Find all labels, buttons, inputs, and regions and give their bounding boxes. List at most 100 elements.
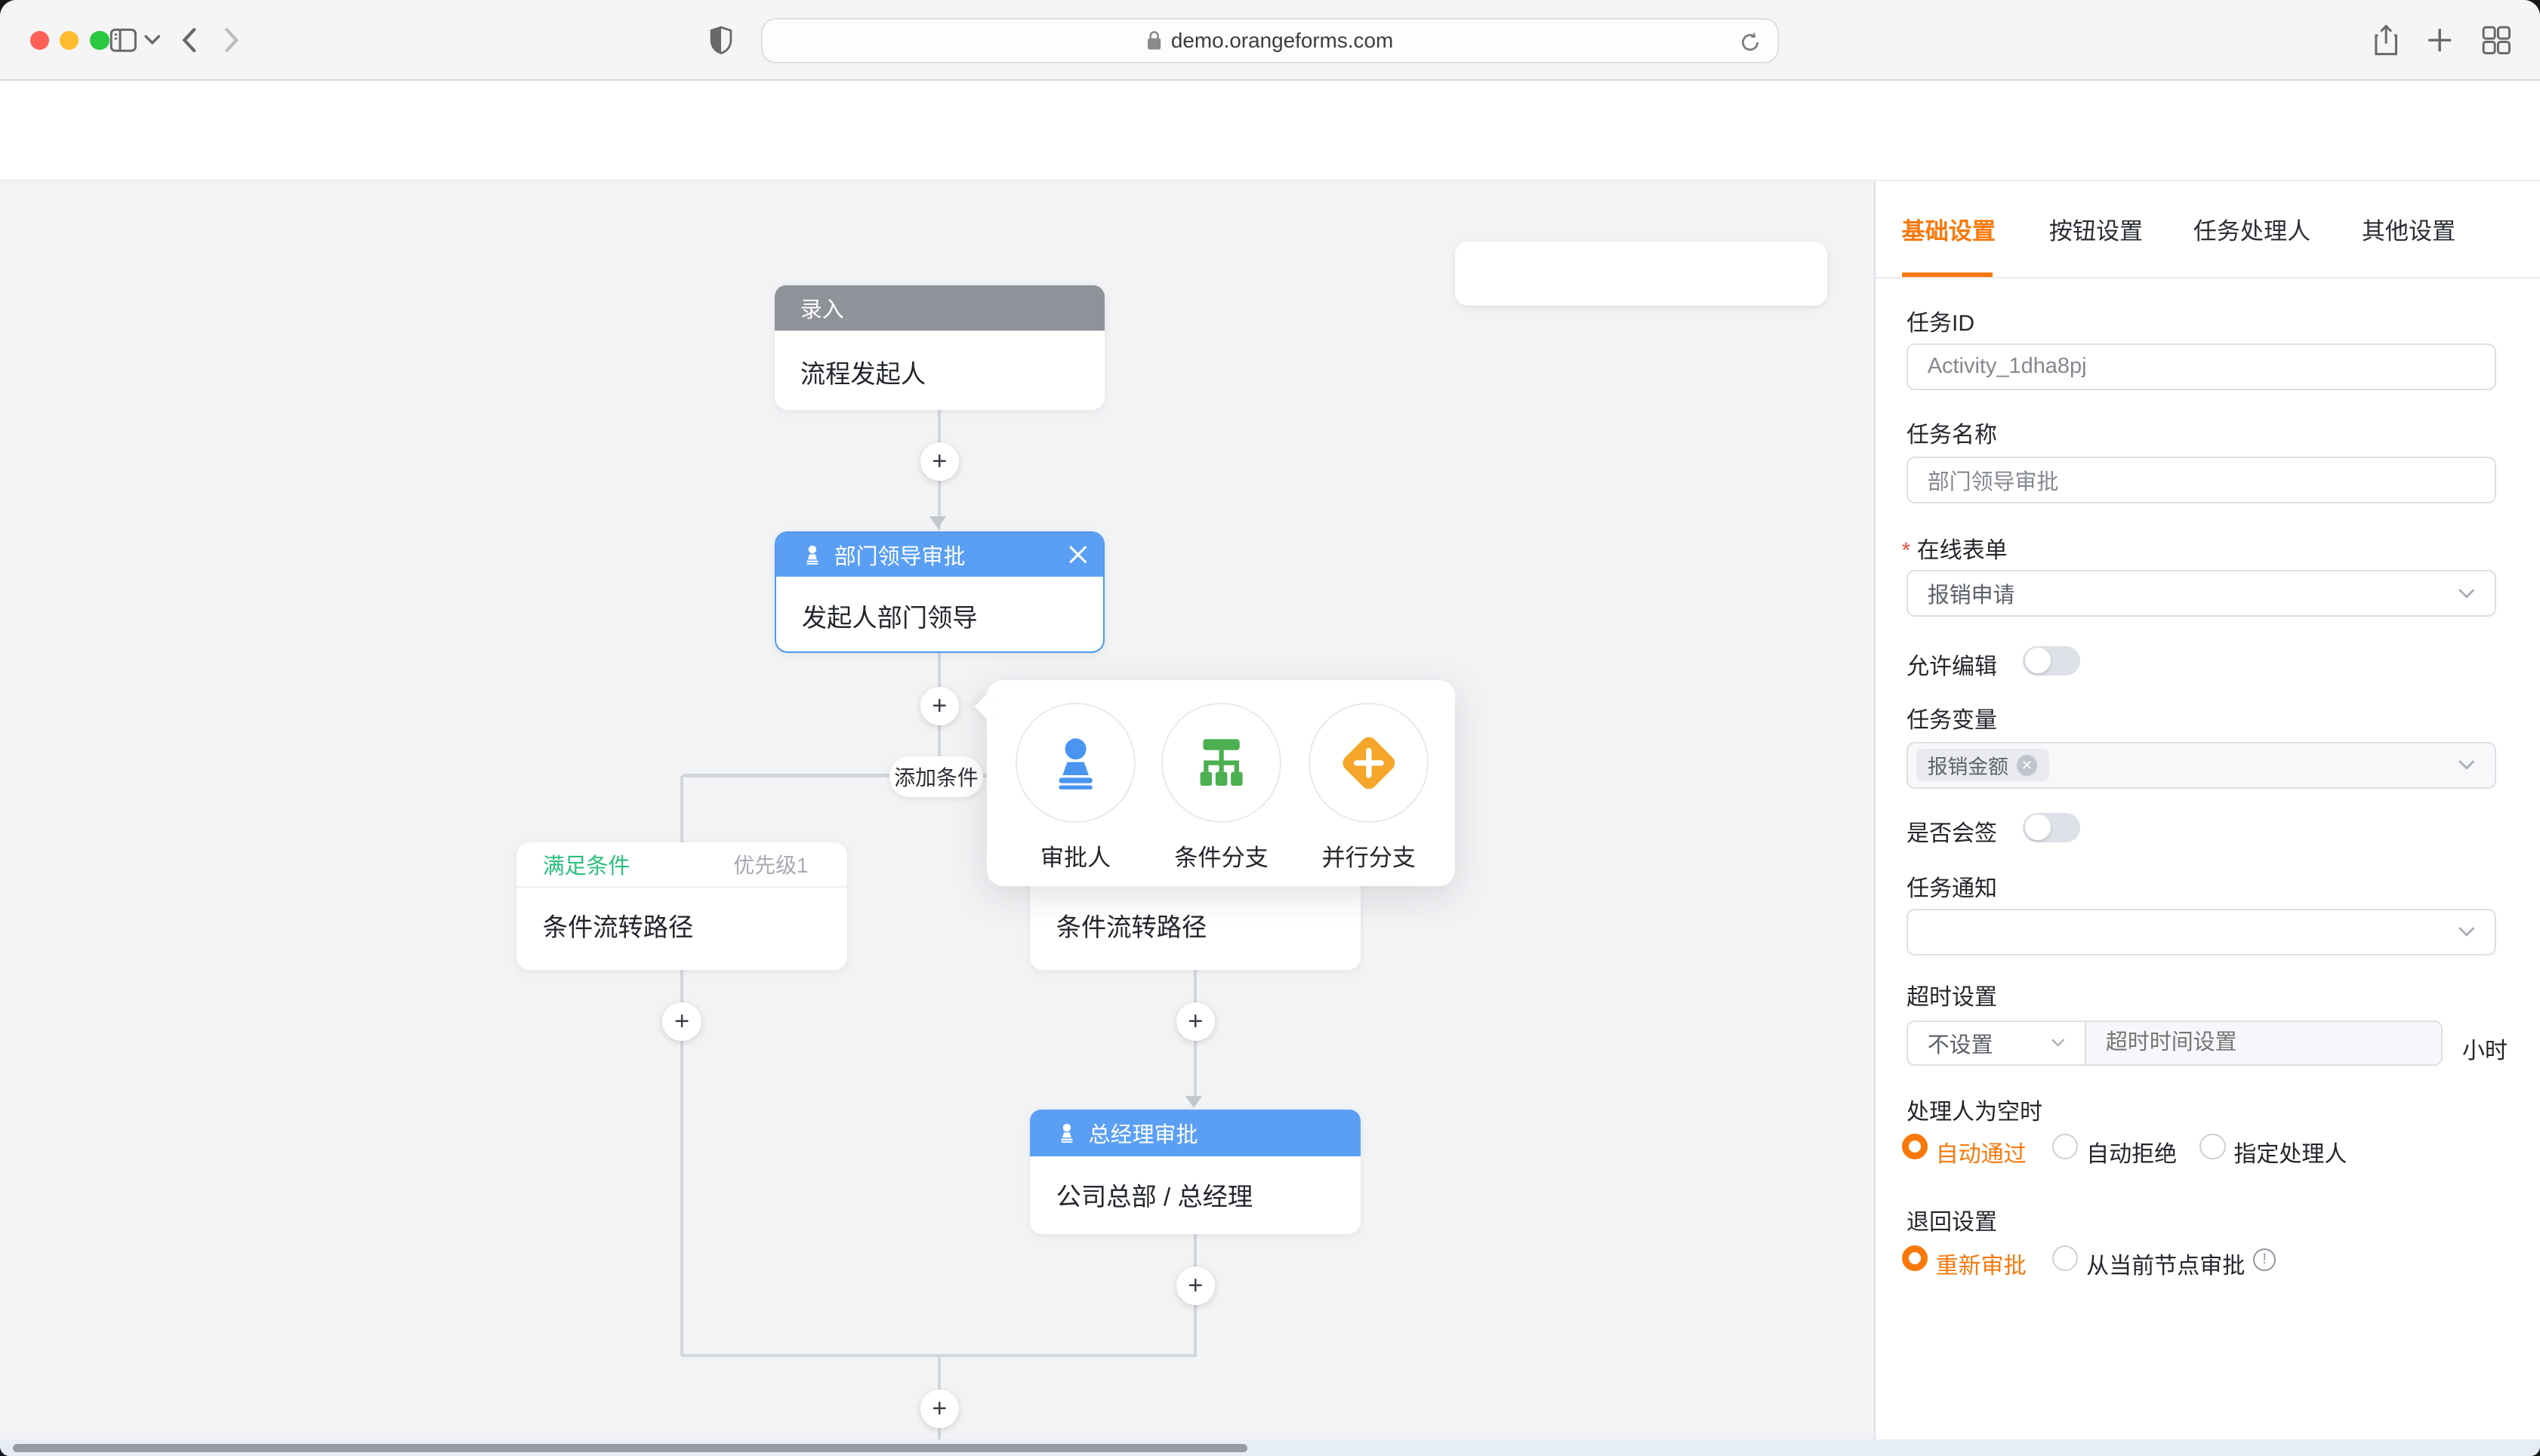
tab-other-settings[interactable]: 其他设置 bbox=[2362, 212, 2455, 246]
popup-notch bbox=[974, 692, 1001, 719]
countersign-toggle[interactable] bbox=[2023, 813, 2079, 842]
condition-body: 条件流转路径 bbox=[516, 888, 847, 967]
remove-tag-icon[interactable]: ✕ bbox=[2017, 755, 2038, 776]
add-node-button[interactable]: + bbox=[920, 442, 959, 481]
radio-label-restart-approval[interactable]: 重新审批 bbox=[1936, 1247, 2027, 1280]
new-tab-icon[interactable] bbox=[2427, 27, 2452, 53]
approver-stamp-icon bbox=[1047, 734, 1105, 792]
chevron-down-icon bbox=[2458, 926, 2476, 937]
popup-item-parallel-branch[interactable] bbox=[1309, 703, 1429, 823]
radio-restart-approval[interactable] bbox=[1902, 1245, 1928, 1271]
empty-handler-label: 处理人为空时 bbox=[1907, 1093, 2042, 1126]
task-variable-select[interactable]: 报销金额 ✕ bbox=[1907, 742, 2496, 789]
node-type-popup: 审批人 条件分支 并行分支 bbox=[987, 680, 1455, 885]
online-form-select[interactable]: 报销申请 bbox=[1907, 570, 2496, 617]
tab-overview-icon[interactable] bbox=[2482, 26, 2511, 55]
task-notify-label: 任务通知 bbox=[1907, 870, 1997, 903]
canvas-toolbar: − 100% + bbox=[1455, 242, 1827, 306]
timeout-label: 超时设置 bbox=[1907, 978, 1997, 1011]
node-start-header: 录入 bbox=[775, 285, 1105, 331]
radio-label-assign-handler[interactable]: 指定处理人 bbox=[2233, 1135, 2347, 1168]
countersign-label: 是否会签 bbox=[1907, 814, 1997, 848]
horizontal-scrollbar-thumb[interactable] bbox=[13, 1444, 1247, 1453]
add-node-button[interactable]: + bbox=[1176, 1002, 1215, 1041]
task-id-input[interactable] bbox=[1907, 343, 2496, 390]
add-node-button[interactable]: + bbox=[662, 1002, 701, 1041]
timeout-unit: 小时 bbox=[2462, 1032, 2508, 1065]
app-header: 橙单流程设计 基础信息 流程变量 流程状态 流程设计 切换 保存 返回 bbox=[0, 81, 2540, 181]
node-dept-approval[interactable]: 部门领导审批 发起人部门领导 bbox=[775, 531, 1105, 653]
close-window-button[interactable] bbox=[30, 31, 50, 51]
chevron-down-icon bbox=[2458, 759, 2476, 771]
node-condition-left[interactable]: 满足条件 优先级1 条件流转路径 bbox=[516, 842, 847, 970]
popup-item-label: 条件分支 bbox=[1161, 839, 1281, 873]
node-start-body: 流程发起人 bbox=[775, 331, 1105, 413]
task-name-label: 任务名称 bbox=[1907, 416, 1997, 449]
chevron-down-icon bbox=[2458, 588, 2476, 599]
condition-priority: 优先级1 bbox=[733, 849, 808, 879]
forward-icon[interactable] bbox=[223, 27, 239, 53]
task-variable-label: 任务变量 bbox=[1907, 701, 1997, 734]
add-condition-label[interactable]: 添加条件 bbox=[889, 756, 983, 797]
task-name-input[interactable] bbox=[1907, 457, 2496, 503]
minimize-window-button[interactable] bbox=[60, 31, 79, 51]
arrowhead bbox=[1185, 1096, 1202, 1108]
parallel-branch-icon bbox=[1336, 731, 1401, 796]
panel-tabs: 基础设置 按钮设置 任务处理人 其他设置 bbox=[1876, 181, 2540, 279]
node-gm-header: 总经理审批 bbox=[1030, 1110, 1361, 1156]
info-icon[interactable]: ! bbox=[2253, 1248, 2276, 1271]
address-bar[interactable]: demo.orangeforms.com bbox=[761, 18, 1778, 63]
node-dept-body: 发起人部门领导 bbox=[776, 577, 1104, 657]
add-node-button[interactable]: + bbox=[1176, 1267, 1215, 1305]
privacy-shield-icon[interactable] bbox=[710, 26, 732, 55]
task-notify-select[interactable] bbox=[1907, 909, 2496, 956]
radio-label-current-node[interactable]: 从当前节点审批 bbox=[2086, 1247, 2245, 1280]
popup-item-condition-branch[interactable] bbox=[1161, 703, 1281, 823]
node-title: 总经理审批 bbox=[1089, 1117, 1198, 1149]
settings-panel: 基础设置 按钮设置 任务处理人 其他设置 任务ID 任务名称 * 在线表单 报销… bbox=[1874, 181, 2540, 1439]
close-icon[interactable] bbox=[1069, 546, 1087, 564]
approver-stamp-icon bbox=[802, 544, 823, 565]
select-value: 不设置 bbox=[1928, 1027, 1993, 1059]
timeout-value-input[interactable] bbox=[2086, 1020, 2443, 1066]
online-form-label: * 在线表单 bbox=[1902, 531, 2008, 565]
radio-auto-reject[interactable] bbox=[2052, 1134, 2078, 1159]
radio-current-node[interactable] bbox=[2052, 1245, 2078, 1271]
timeout-mode-select[interactable]: 不设置 bbox=[1907, 1020, 2086, 1066]
browser-toolbar: demo.orangeforms.com bbox=[0, 0, 2540, 81]
flow-canvas[interactable]: + + + + + + 录入 流程发起人 部门领导审批 发起人部门领导 添加条件 bbox=[0, 181, 1874, 1439]
reload-icon[interactable] bbox=[1740, 31, 1761, 54]
zoom-window-button[interactable] bbox=[90, 31, 109, 51]
lock-icon bbox=[1147, 31, 1161, 51]
add-node-button-active[interactable]: + bbox=[920, 687, 959, 725]
condition-body: 条件流转路径 bbox=[1030, 888, 1361, 967]
back-icon[interactable] bbox=[181, 27, 197, 53]
radio-label-auto-approve[interactable]: 自动通过 bbox=[1936, 1135, 2027, 1168]
popup-item-approver[interactable] bbox=[1016, 703, 1136, 823]
tab-basic-settings[interactable]: 基础设置 bbox=[1902, 212, 1996, 246]
condition-header: 满足条件 优先级1 bbox=[516, 842, 847, 888]
radio-auto-approve[interactable] bbox=[1902, 1134, 1928, 1159]
condition-branch-icon bbox=[1192, 734, 1250, 792]
node-dept-header: 部门领导审批 bbox=[776, 533, 1104, 577]
tab-task-assignee[interactable]: 任务处理人 bbox=[2193, 212, 2310, 246]
condition-tag: 满足条件 bbox=[543, 848, 630, 880]
task-id-label: 任务ID bbox=[1907, 304, 1974, 337]
node-gm-approval[interactable]: 总经理审批 公司总部 / 总经理 bbox=[1030, 1110, 1361, 1234]
sidebar-toggle-icon[interactable] bbox=[109, 26, 138, 55]
edge-left-branch bbox=[680, 776, 683, 842]
node-title: 部门领导审批 bbox=[834, 539, 966, 571]
radio-assign-handler[interactable] bbox=[2199, 1134, 2225, 1159]
tab-button-settings[interactable]: 按钮设置 bbox=[2049, 212, 2143, 246]
tag-label: 报销金额 bbox=[1928, 750, 2008, 780]
add-node-button[interactable]: + bbox=[920, 1390, 959, 1428]
required-mark: * bbox=[1902, 538, 1911, 563]
radio-label-auto-reject[interactable]: 自动拒绝 bbox=[2086, 1135, 2177, 1168]
chevron-down-icon[interactable] bbox=[144, 34, 160, 45]
allow-edit-toggle[interactable] bbox=[2023, 646, 2079, 676]
reject-settings-label: 退回设置 bbox=[1907, 1203, 1997, 1236]
node-start[interactable]: 录入 流程发起人 bbox=[775, 285, 1105, 410]
url-text: demo.orangeforms.com bbox=[1171, 29, 1393, 53]
chevron-down-icon bbox=[2051, 1038, 2065, 1048]
share-icon[interactable] bbox=[2373, 24, 2399, 57]
